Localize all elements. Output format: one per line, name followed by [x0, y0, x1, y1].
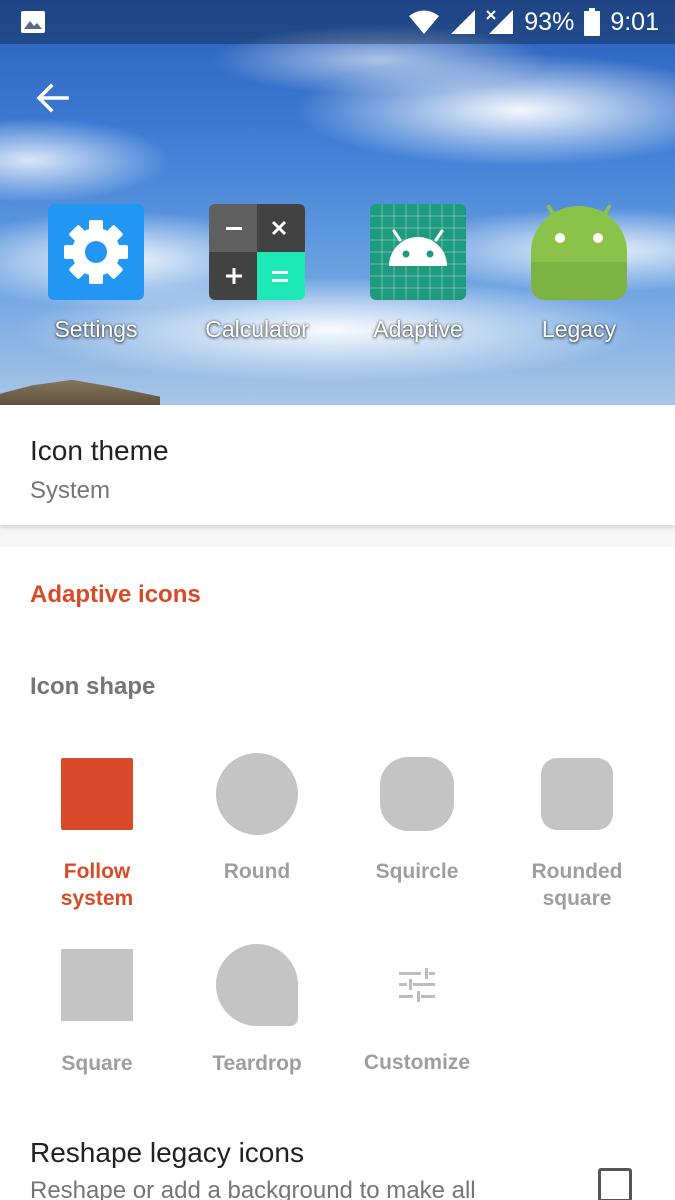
wifi-icon [409, 10, 440, 34]
shape-label-round: Round [223, 860, 291, 883]
shape-label-follow-system-line1: Follow [63, 860, 131, 883]
shape-option-square[interactable]: Square [27, 943, 167, 1077]
preview-app-adaptive: Adaptive [358, 204, 478, 343]
follow-system-shape [61, 758, 133, 830]
icon-theme-preference[interactable]: Icon theme System [0, 405, 675, 525]
shape-option-round[interactable]: Round [187, 752, 327, 885]
shape-label-teardrop: Teardrop [212, 1052, 302, 1075]
shape-label-rounded-square-line1: Rounded [531, 860, 623, 883]
back-button[interactable] [30, 78, 74, 118]
app-label-adaptive: Adaptive [373, 316, 463, 342]
android-legacy-icon [531, 204, 627, 300]
shape-option-follow-system[interactable]: Follow system [27, 752, 167, 912]
shape-label-customize: Customize [363, 1051, 471, 1074]
shape-option-teardrop[interactable]: Teardrop [187, 943, 327, 1077]
arrow-left-icon [36, 83, 69, 113]
rounded-square-shape [541, 758, 613, 830]
shape-option-squircle[interactable]: Squircle [347, 752, 487, 885]
signal-icon [451, 10, 476, 34]
icon-shape-title: Icon shape [30, 673, 156, 700]
calculator-icon [209, 204, 305, 300]
app-label-settings: Settings [54, 316, 138, 342]
status-bar: 93% 9:01 [0, 0, 675, 44]
icon-theme-value: System [30, 477, 111, 504]
preview-app-settings: Settings [36, 204, 156, 343]
tune-icon [380, 948, 454, 1022]
adaptive-icons-section: Adaptive icons Icon shape Follow system … [0, 547, 675, 1200]
settings-gear-icon [48, 204, 144, 300]
reshape-legacy-checkbox[interactable] [598, 1168, 632, 1200]
shape-option-rounded-square[interactable]: Rounded square [507, 752, 647, 912]
round-shape [216, 753, 298, 835]
shape-label-rounded-square-line2: square [542, 887, 612, 910]
battery-icon [584, 8, 601, 36]
wallpaper-preview [0, 0, 675, 405]
clock: 9:01 [610, 7, 659, 36]
squircle-shape [380, 757, 454, 831]
gallery-icon [21, 11, 45, 33]
adaptive-icons-category-title: Adaptive icons [30, 581, 201, 608]
android-adaptive-icon [370, 204, 466, 300]
preview-app-calculator: Calculator [197, 204, 317, 343]
square-shape [61, 949, 133, 1021]
battery-percent: 93% [524, 7, 575, 36]
shape-label-follow-system-line2: system [60, 887, 134, 910]
reshape-legacy-summary: Reshape or add a background to make all [30, 1177, 476, 1200]
hills-decoration [0, 379, 160, 405]
preview-app-legacy: Legacy [519, 204, 639, 343]
shape-label-square: Square [61, 1052, 133, 1075]
icon-theme-title: Icon theme [30, 435, 169, 466]
signal-no-data-icon [486, 10, 514, 34]
shape-option-customize[interactable]: Customize [347, 943, 487, 1076]
reshape-legacy-title: Reshape legacy icons [30, 1137, 304, 1168]
shape-label-squircle: Squircle [375, 860, 459, 883]
teardrop-shape [216, 944, 298, 1026]
app-label-calculator: Calculator [205, 316, 309, 342]
app-label-legacy: Legacy [541, 316, 617, 342]
